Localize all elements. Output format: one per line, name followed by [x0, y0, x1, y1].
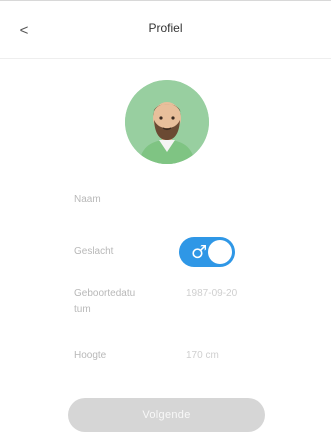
height-label: Hoogte	[74, 350, 107, 361]
birthdate-value[interactable]: 1987-09-20	[186, 288, 237, 299]
next-button[interactable]: Volgende	[68, 398, 265, 432]
gender-label: Geslacht	[74, 246, 114, 257]
header-bar: < Profiel	[0, 0, 331, 59]
birthdate-label-line1: Geboortedatu	[74, 288, 136, 299]
male-icon: ♂	[191, 242, 208, 263]
name-label: Naam	[74, 194, 101, 205]
page-title: Profiel	[148, 21, 183, 35]
birthdate-label-line2: tum	[74, 304, 91, 315]
bearded-man-avatar-icon[interactable]	[125, 80, 209, 164]
height-value[interactable]: 170 cm	[186, 350, 219, 361]
gender-toggle[interactable]: ♂	[179, 237, 235, 267]
toggle-knob	[208, 240, 232, 264]
